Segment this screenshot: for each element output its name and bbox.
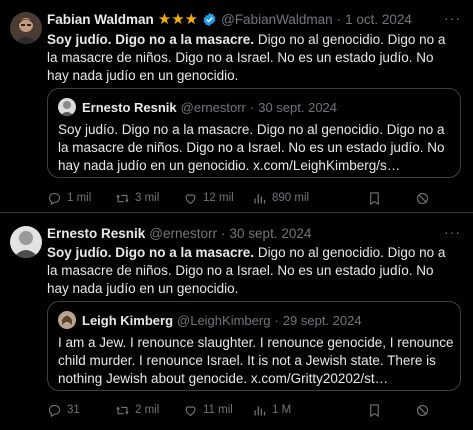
reply-button[interactable]: 31: [47, 403, 115, 418]
quoted-post-text: Soy judío. Digo no a la masacre. Digo no…: [58, 122, 445, 173]
repost-icon: [116, 193, 129, 203]
post-header: Fabian Waldman ★★★ @FabianWaldman · 1 oc…: [47, 10, 412, 28]
post-text: Soy judío. Digo no a la masacre. Digo no…: [47, 244, 457, 298]
repost-button[interactable]: 3 mil: [115, 191, 183, 206]
quoted-author-name: Leigh Kimberg: [82, 312, 174, 328]
views-icon: [254, 193, 266, 203]
views-count: 890 mil: [272, 192, 310, 204]
more-options-icon[interactable]: ···: [444, 10, 461, 26]
author-handle[interactable]: @ernestorr: [149, 226, 217, 241]
separator-dot: ·: [336, 11, 342, 27]
bookmark-icon: [370, 403, 379, 417]
separator-dot: ·: [249, 99, 255, 115]
quoted-post-text: I am a Jew. I renounce slaughter. I reno…: [58, 335, 454, 386]
avatar-ernesto-resnik: [58, 98, 76, 116]
views-button[interactable]: 1 M: [252, 403, 367, 418]
views-icon: [254, 405, 266, 415]
quoted-author-name: Ernesto Resnik: [82, 99, 177, 115]
separator-dot: ·: [274, 312, 279, 328]
post-text-bold: Soy judío. Digo no a la masacre.: [47, 32, 255, 47]
bookmark-button[interactable]: [367, 403, 415, 418]
like-icon: [185, 405, 196, 416]
star-rating-icon: ★★★: [157, 11, 199, 28]
post-text: Soy judío. Digo no a la masacre. Digo no…: [47, 31, 457, 85]
like-icon: [185, 193, 196, 204]
share-button[interactable]: [415, 403, 430, 418]
author-name[interactable]: Ernesto Resnik: [47, 226, 145, 241]
like-count: 12 mil: [203, 192, 234, 204]
reply-button[interactable]: 1 mil: [47, 191, 115, 206]
post-divider: [0, 212, 473, 213]
more-options-icon[interactable]: ···: [444, 224, 461, 240]
reply-icon: [48, 404, 61, 417]
share-icon: [416, 192, 429, 204]
post-header: Ernesto Resnik @ernestorr · 30 sept. 202…: [47, 224, 311, 242]
avatar-leigh-kimberg: [58, 311, 76, 329]
post-actions: 1 mil 3 mil 12 mil 890 mil: [47, 189, 461, 207]
quoted-post-date: 30 sept. 2024: [258, 99, 338, 115]
bookmark-button[interactable]: [367, 191, 415, 206]
avatar-fabian-waldman[interactable]: [10, 12, 42, 44]
repost-button[interactable]: 2 mil: [115, 403, 183, 418]
share-button[interactable]: [415, 191, 430, 206]
repost-count: 2 mil: [135, 404, 160, 416]
reply-icon: [48, 192, 61, 205]
repost-count: 3 mil: [135, 192, 160, 204]
views-button[interactable]: 890 mil: [252, 191, 367, 206]
post-fabian-waldman[interactable]: Fabian Waldman ★★★ @FabianWaldman · 1 oc…: [0, 0, 473, 212]
repost-icon: [116, 405, 129, 415]
quoted-post-header: Leigh Kimberg @LeighKimberg · 29 sept. 2…: [58, 311, 362, 329]
post-date[interactable]: 30 sept. 2024: [230, 226, 312, 241]
quoted-author-handle: @ernestorr: [180, 99, 246, 115]
post-text-bold: Soy judío. Digo no a la masacre.: [47, 245, 255, 260]
verified-icon: [203, 12, 216, 26]
views-count: 1 M: [272, 404, 292, 416]
separator-dot: ·: [221, 225, 226, 241]
avatar-ernesto-resnik[interactable]: [10, 226, 42, 258]
reply-count: 31: [67, 404, 80, 416]
quoted-post-header: Ernesto Resnik @ernestorr · 30 sept. 202…: [58, 98, 337, 116]
like-button[interactable]: 11 mil: [183, 403, 252, 418]
quoted-author-handle: @LeighKimberg: [177, 312, 271, 328]
quoted-post[interactable]: Ernesto Resnik @ernestorr · 30 sept. 202…: [47, 88, 461, 178]
post-ernesto-resnik[interactable]: Ernesto Resnik @ernestorr · 30 sept. 202…: [0, 214, 473, 430]
like-count: 11 mil: [203, 404, 233, 416]
bookmark-icon: [370, 191, 379, 205]
post-date[interactable]: 1 oct. 2024: [345, 12, 412, 27]
quoted-post-date: 29 sept. 2024: [282, 312, 362, 328]
like-button[interactable]: 12 mil: [183, 191, 252, 206]
author-handle[interactable]: @FabianWaldman: [221, 12, 333, 27]
post-actions: 31 2 mil 11 mil 1 M: [47, 401, 461, 419]
quoted-post[interactable]: Leigh Kimberg @LeighKimberg · 29 sept. 2…: [47, 301, 461, 391]
author-name[interactable]: Fabian Waldman: [47, 12, 154, 27]
share-icon: [416, 404, 429, 416]
reply-count: 1 mil: [67, 192, 92, 204]
